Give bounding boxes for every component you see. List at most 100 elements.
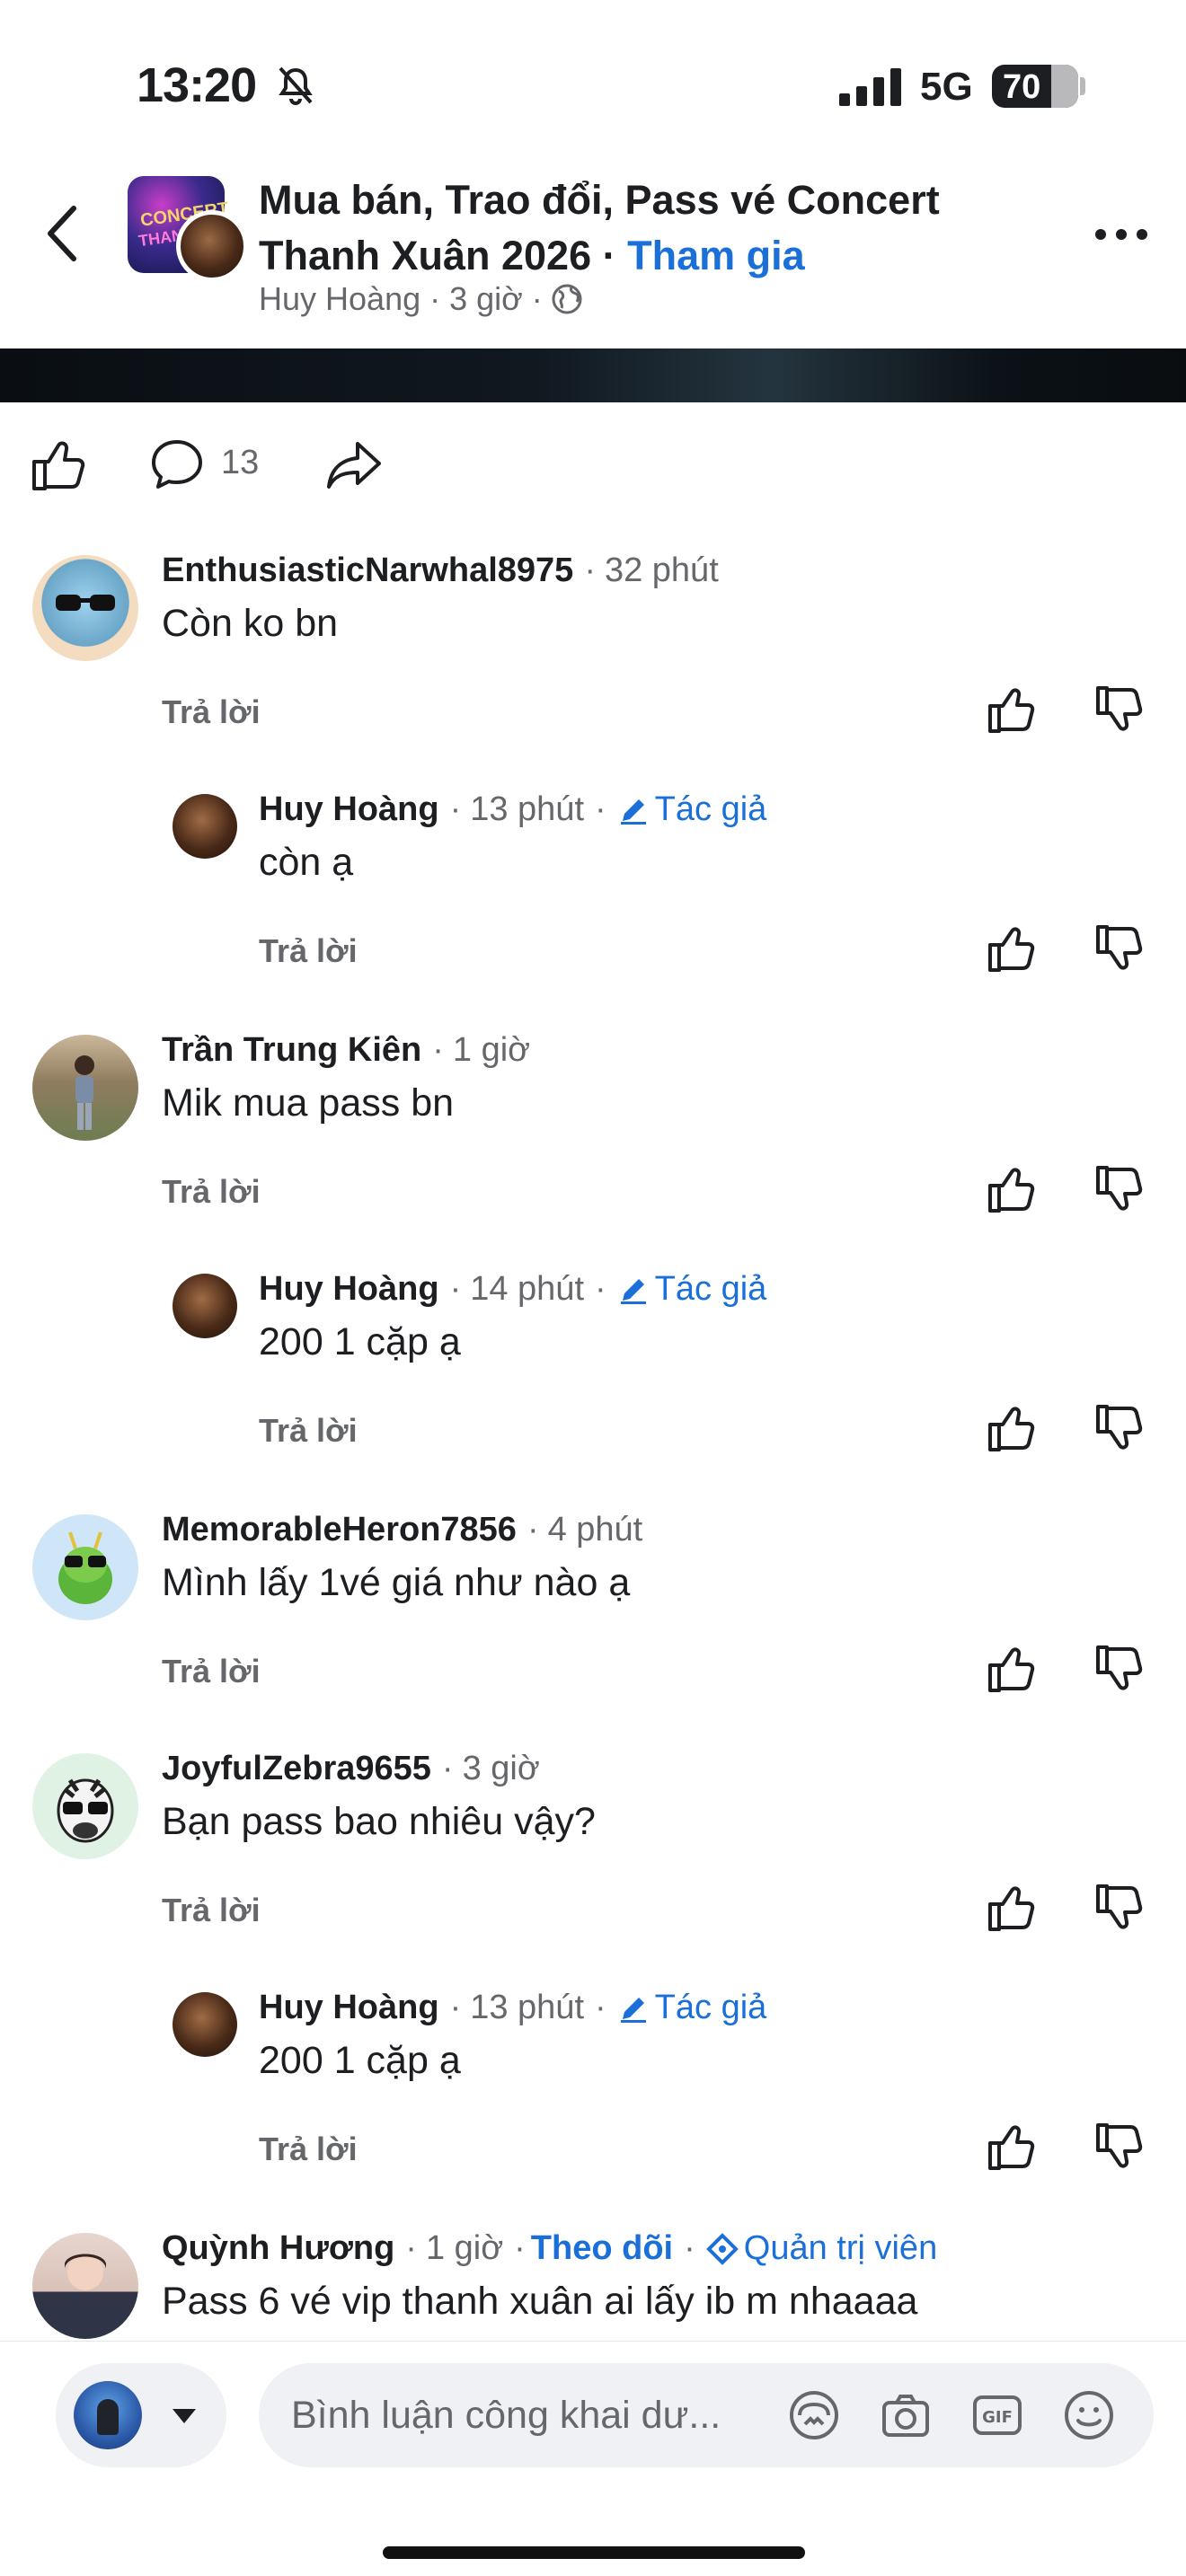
reply-button[interactable]: Trả lời xyxy=(162,1653,261,1690)
comment-icon[interactable] xyxy=(149,437,205,492)
like-icon[interactable] xyxy=(31,437,86,492)
commenter-name[interactable]: MemorableHeron7856 xyxy=(162,1511,517,1549)
reply-button[interactable]: Trả lời xyxy=(162,693,261,731)
pencil-icon xyxy=(620,1997,646,2023)
comment-count[interactable]: 13 xyxy=(221,444,259,482)
meta-dot: · xyxy=(420,280,450,317)
author-badge-label: Tác giả xyxy=(654,1989,767,2026)
admin-badge-label: Quản trị viên xyxy=(743,2229,938,2267)
downvote-icon[interactable] xyxy=(1094,1644,1145,1694)
comment: JoyfulZebra9655 · 3 giờ Bạn pass bao nhi… xyxy=(0,1746,1186,1980)
commenter-avatar[interactable] xyxy=(173,794,237,859)
camera-icon[interactable] xyxy=(879,2388,933,2442)
follow-button[interactable]: Theo dõi xyxy=(531,2229,673,2268)
commenter-avatar[interactable] xyxy=(32,2233,138,2339)
battery-icon: 70 xyxy=(992,65,1078,108)
comment-header: Huy Hoàng · 13 phút · Tác giả xyxy=(259,790,766,829)
upvote-icon[interactable] xyxy=(987,2122,1037,2172)
commenter-avatar[interactable] xyxy=(173,1992,237,2057)
author-badge-label: Tác giả xyxy=(654,1270,767,1308)
emoji-icon[interactable] xyxy=(1062,2388,1116,2442)
commenter-name[interactable]: Huy Hoàng xyxy=(259,1989,439,2027)
identity-switcher[interactable] xyxy=(56,2363,226,2467)
battery-level: 70 xyxy=(1003,68,1041,106)
gif-icon[interactable]: GIF xyxy=(970,2388,1024,2442)
upvote-icon[interactable] xyxy=(987,1403,1037,1453)
downvote-icon[interactable] xyxy=(1094,1164,1145,1214)
admin-badge: Quản trị viên xyxy=(705,2229,938,2268)
reply-button[interactable]: Trả lời xyxy=(259,932,358,970)
downvote-icon[interactable] xyxy=(1094,923,1145,974)
comment-time-prefix: · xyxy=(449,1989,462,2026)
upvote-icon[interactable] xyxy=(987,923,1037,974)
comment-reply: Huy Hoàng · 14 phút · Tác giả 200 1 cặp … xyxy=(0,1270,1186,1453)
comment-time: 3 giờ xyxy=(462,1750,540,1787)
reply-button[interactable]: Trả lời xyxy=(259,1412,358,1450)
comment-time-prefix: · xyxy=(449,790,462,828)
upvote-icon[interactable] xyxy=(987,1644,1037,1694)
author-badge: Tác giả xyxy=(617,1270,767,1309)
admin-diamond-icon xyxy=(705,2232,739,2265)
badge-separator: · xyxy=(684,2229,695,2267)
home-indicator[interactable] xyxy=(383,2546,805,2559)
follow-separator: · xyxy=(514,2229,526,2267)
reply-button[interactable]: Trả lời xyxy=(259,2130,358,2168)
commenter-name[interactable]: EnthusiasticNarwhal8975 xyxy=(162,551,573,590)
commenter-name[interactable]: Quỳnh Hương xyxy=(162,2229,394,2268)
commenter-name[interactable]: Trần Trung Kiên xyxy=(162,1031,421,1070)
comment-time-prefix: · xyxy=(441,1750,454,1787)
join-group-link[interactable]: Tham gia xyxy=(627,233,805,278)
commenter-avatar[interactable] xyxy=(32,555,138,661)
comment-header: EnthusiasticNarwhal8975 · 32 phút xyxy=(162,551,719,590)
upvote-icon[interactable] xyxy=(987,684,1037,735)
comment-time: 32 phút xyxy=(604,551,719,589)
pencil-icon xyxy=(620,1278,646,1304)
comment: Quỳnh Hương · 1 giờ · Theo dõi · Quản tr… xyxy=(0,2226,1186,2341)
commenter-avatar[interactable] xyxy=(173,1274,237,1338)
commenter-name[interactable]: Huy Hoàng xyxy=(259,1270,439,1309)
upvote-icon[interactable] xyxy=(987,1883,1037,1933)
comment-header: Huy Hoàng · 13 phút · Tác giả xyxy=(259,1989,766,2027)
commenter-avatar[interactable] xyxy=(32,1753,138,1859)
downvote-icon[interactable] xyxy=(1094,1403,1145,1453)
author-badge: Tác giả xyxy=(617,1989,767,2027)
more-options-icon[interactable] xyxy=(1093,221,1150,248)
comment-text: Mik mua pass bn xyxy=(162,1081,455,1125)
comment-header: Quỳnh Hương · 1 giờ · Theo dõi · Quản tr… xyxy=(162,2229,937,2268)
upvote-icon[interactable] xyxy=(987,1164,1037,1214)
comment-reply: Huy Hoàng · 13 phút · Tác giả còn ạ Trả … xyxy=(0,790,1186,972)
comment-reply: Huy Hoàng · 13 phút · Tác giả 200 1 cặp … xyxy=(0,1989,1186,2170)
downvote-icon[interactable] xyxy=(1094,684,1145,735)
comment-time-prefix: · xyxy=(584,551,596,589)
post-author[interactable]: Huy Hoàng xyxy=(259,280,420,318)
comment-text: Còn ko bn xyxy=(162,602,339,645)
reply-button[interactable]: Trả lời xyxy=(162,1173,261,1211)
status-time: 13:20 xyxy=(137,58,257,112)
commenter-name[interactable]: JoyfulZebra9655 xyxy=(162,1750,431,1788)
back-arrow-icon[interactable] xyxy=(38,198,92,269)
comment-header: JoyfulZebra9655 · 3 giờ xyxy=(162,1750,540,1788)
caterpillar-sticker-icon xyxy=(58,1531,112,1604)
post-header: CONCERT THANH Mua bán, Trao đổi, Pass vé… xyxy=(0,153,1186,350)
pencil-icon xyxy=(620,798,646,825)
group-title[interactable]: Mua bán, Trao đổi, Pass vé Concert Thanh… xyxy=(259,172,1049,284)
comment-text: Bạn pass bao nhiêu vậy? xyxy=(162,1800,596,1843)
commenter-avatar[interactable] xyxy=(32,1035,138,1141)
comment-header: Huy Hoàng · 14 phút · Tác giả xyxy=(259,1270,766,1309)
comment: EnthusiasticNarwhal8975 · 32 phút Còn ko… xyxy=(0,548,1186,781)
downvote-icon[interactable] xyxy=(1094,1883,1145,1933)
badge-separator: · xyxy=(595,1989,606,2026)
share-icon[interactable] xyxy=(325,437,383,492)
commenter-avatar[interactable] xyxy=(32,1514,138,1620)
commenter-name[interactable]: Huy Hoàng xyxy=(259,790,439,829)
comment-time-prefix: · xyxy=(405,2229,417,2267)
downvote-icon[interactable] xyxy=(1094,2122,1145,2172)
post-media-bottom[interactable] xyxy=(0,348,1186,402)
comment-time: 13 phút xyxy=(470,790,585,828)
comment-input[interactable]: Bình luận công khai dư... GIF xyxy=(259,2363,1154,2467)
avatar-sticker-icon[interactable] xyxy=(787,2388,841,2442)
network-type: 5G xyxy=(920,65,973,109)
poster-avatar[interactable] xyxy=(176,210,248,282)
reply-button[interactable]: Trả lời xyxy=(162,1892,261,1929)
comment-text: Pass 6 vé vip thanh xuân ai lấy ib m nha… xyxy=(162,2280,918,2323)
